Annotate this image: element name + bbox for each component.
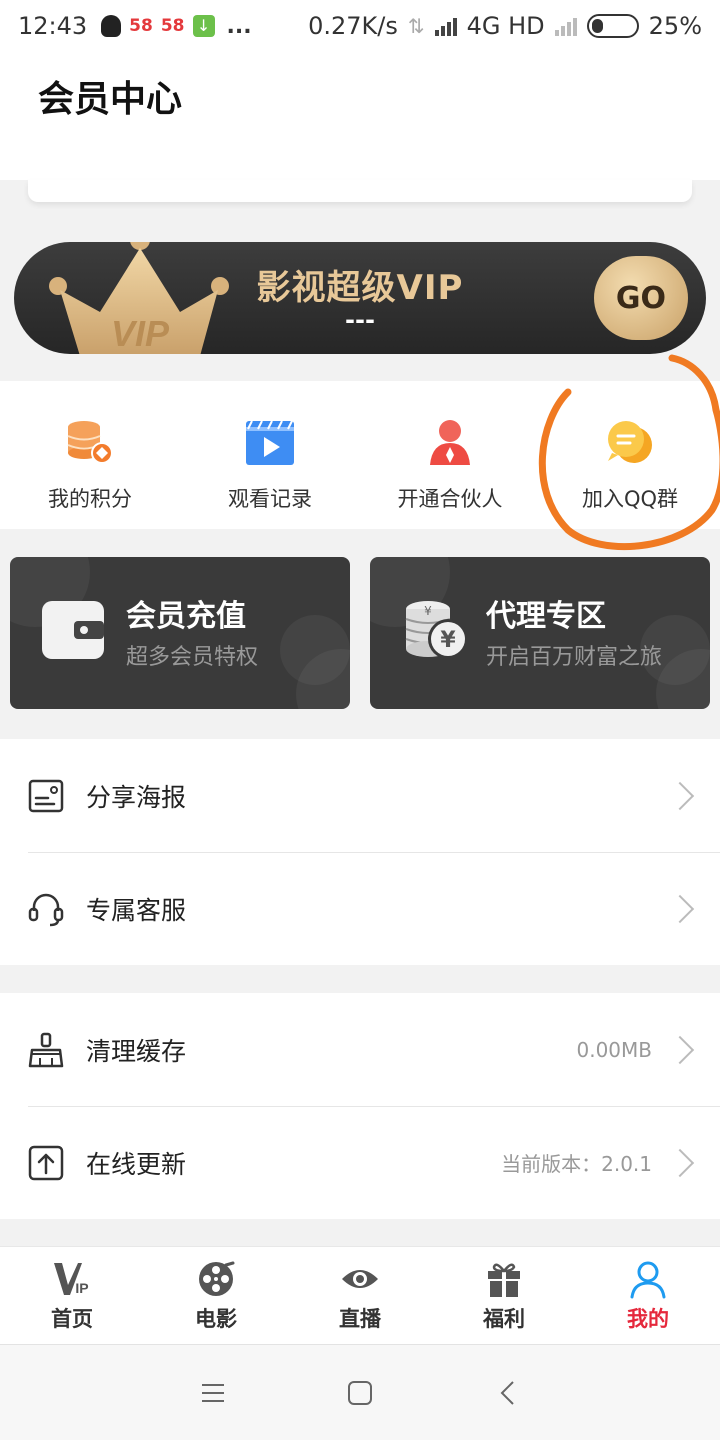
coin-stack-icon: ¥ ¥ bbox=[405, 601, 468, 659]
more-notifications-icon: ... bbox=[226, 13, 252, 39]
user-icon bbox=[430, 420, 470, 465]
nav-mine[interactable]: 我的 bbox=[576, 1247, 720, 1344]
battery-level: 25% bbox=[648, 12, 702, 40]
nav-label-welfare: 福利 bbox=[483, 1307, 525, 1331]
nav-home[interactable]: IP 首页 bbox=[0, 1247, 144, 1344]
menu-item-online-update[interactable]: 在线更新 当前版本：2.0.1 bbox=[0, 1106, 720, 1219]
svg-text:IP: IP bbox=[75, 1280, 88, 1296]
chevron-right-icon bbox=[665, 1148, 695, 1177]
agent-title: 代理专区 bbox=[486, 599, 606, 634]
back-icon[interactable] bbox=[483, 1369, 531, 1417]
net-speed: 0.27K/s bbox=[308, 12, 398, 40]
vip-banner[interactable]: VIP 影视超级VIP --- GO bbox=[14, 242, 706, 354]
page-title: 会员中心 bbox=[38, 79, 183, 120]
menu-label-clear-cache: 清理缓存 bbox=[86, 1036, 187, 1066]
card-edge bbox=[28, 180, 692, 202]
menu-item-clear-cache[interactable]: 清理缓存 0.00MB bbox=[0, 993, 720, 1106]
data-arrows-icon: ⇅ bbox=[407, 14, 425, 38]
home-icon[interactable] bbox=[336, 1369, 384, 1417]
wallet-icon bbox=[42, 601, 104, 659]
quick-label-points: 我的积分 bbox=[48, 487, 132, 511]
video-play-icon bbox=[246, 420, 294, 465]
download-icon: ↓ bbox=[192, 15, 215, 37]
broom-icon bbox=[28, 1032, 64, 1067]
nav-label-mine: 我的 bbox=[627, 1307, 669, 1331]
quick-label-partner: 开通合伙人 bbox=[397, 487, 503, 511]
status-time: 12:43 bbox=[18, 12, 88, 40]
coins-icon bbox=[67, 421, 113, 464]
quick-label-qq-group: 加入QQ群 bbox=[581, 487, 679, 511]
system-nav-bar bbox=[0, 1344, 720, 1440]
recharge-title: 会员充值 bbox=[126, 599, 246, 634]
app-58-icon: 58 bbox=[160, 16, 185, 36]
status-bar: 12:43 58 58 ↓ ... 0.27K/s ⇅ 4G HD 25% bbox=[0, 0, 720, 52]
quick-actions: 我的积分 观看记录 开通合伙人 加入QQ群 bbox=[0, 381, 720, 529]
quick-label-history: 观看记录 bbox=[228, 487, 312, 511]
nav-live[interactable]: 直播 bbox=[288, 1247, 432, 1344]
header: 会员中心 bbox=[0, 52, 720, 180]
agent-card[interactable]: ¥ ¥ 代理专区 开启百万财富之旅 bbox=[370, 557, 710, 709]
quick-item-partner[interactable]: 开通合伙人 bbox=[360, 381, 540, 529]
nav-label-live: 直播 bbox=[339, 1307, 381, 1331]
nav-label-home: 首页 bbox=[51, 1307, 93, 1331]
quick-item-points[interactable]: 我的积分 bbox=[0, 381, 180, 529]
recharge-subtitle: 超多会员特权 bbox=[126, 645, 259, 670]
battery-icon bbox=[586, 14, 639, 38]
menu-group-settings: 清理缓存 0.00MB 在线更新 当前版本：2.0.1 bbox=[0, 993, 720, 1219]
signal-2-icon bbox=[554, 16, 577, 36]
nav-label-movies: 电影 bbox=[195, 1307, 237, 1331]
svg-text:¥: ¥ bbox=[440, 628, 456, 653]
menu-label-online-update: 在线更新 bbox=[86, 1149, 187, 1179]
current-version: 当前版本：2.0.1 bbox=[501, 1152, 652, 1176]
menu-label-share-poster: 分享海报 bbox=[86, 782, 187, 812]
app-58-icon: 58 bbox=[129, 16, 153, 36]
signal-icon bbox=[434, 16, 457, 36]
chat-bubble-icon bbox=[608, 421, 652, 463]
svg-text:¥: ¥ bbox=[424, 604, 432, 618]
cache-size: 0.00MB bbox=[576, 1037, 652, 1062]
person-icon bbox=[630, 1261, 666, 1299]
menu-icon[interactable] bbox=[189, 1369, 237, 1417]
recharge-card[interactable]: 会员充值 超多会员特权 bbox=[10, 557, 350, 709]
upload-icon bbox=[28, 1145, 64, 1180]
quick-item-history[interactable]: 观看记录 bbox=[180, 381, 360, 529]
chevron-right-icon bbox=[665, 1035, 695, 1064]
chevron-right-icon bbox=[665, 894, 695, 923]
film-reel-icon bbox=[199, 1261, 235, 1296]
headset-icon bbox=[28, 893, 64, 926]
vip-icon: IP bbox=[54, 1263, 89, 1296]
menu-group-share: 分享海报 专属客服 bbox=[0, 739, 720, 965]
menu-label-customer-service: 专属客服 bbox=[86, 895, 187, 925]
poster-icon bbox=[28, 779, 64, 812]
qq-icon bbox=[101, 15, 122, 37]
eye-icon bbox=[342, 1270, 378, 1288]
network-type: 4G HD bbox=[466, 12, 545, 40]
go-button[interactable]: GO bbox=[594, 256, 688, 340]
gift-icon bbox=[488, 1263, 520, 1297]
quick-item-qq-group[interactable]: 加入QQ群 bbox=[540, 381, 720, 529]
nav-movies[interactable]: 电影 bbox=[144, 1247, 288, 1344]
bottom-nav: IP 首页 电影 直播 福利 我的 bbox=[0, 1246, 720, 1344]
chevron-right-icon bbox=[665, 781, 695, 810]
agent-subtitle: 开启百万财富之旅 bbox=[486, 645, 663, 670]
menu-item-customer-service[interactable]: 专属客服 bbox=[0, 852, 720, 965]
menu-item-share-poster[interactable]: 分享海报 bbox=[0, 739, 720, 852]
nav-welfare[interactable]: 福利 bbox=[432, 1247, 576, 1344]
